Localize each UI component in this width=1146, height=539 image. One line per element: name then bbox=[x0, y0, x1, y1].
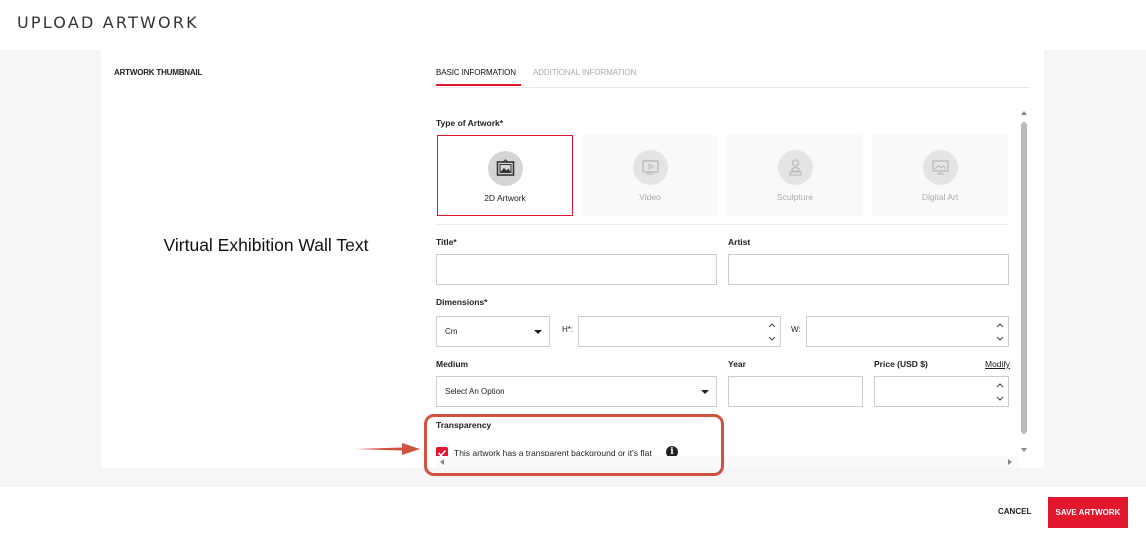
scroll-down-icon[interactable] bbox=[1021, 448, 1027, 452]
year-field[interactable] bbox=[728, 376, 863, 407]
type-card-sculpture[interactable]: Sculpture bbox=[727, 135, 863, 216]
video-icon bbox=[632, 150, 668, 185]
price-stepper-icon[interactable] bbox=[996, 381, 1004, 403]
tab-basic-information[interactable]: BASIC INFORMATION bbox=[436, 68, 516, 77]
cancel-button[interactable]: CANCEL bbox=[998, 507, 1031, 516]
type-label-video: Video bbox=[639, 192, 661, 202]
digital-art-icon bbox=[922, 150, 958, 185]
type-of-artwork-label: Type of Artwork* bbox=[436, 118, 504, 128]
type-label-sculpture: Sculpture bbox=[777, 192, 813, 202]
width-stepper-icon[interactable] bbox=[996, 321, 1004, 343]
title-label: Title* bbox=[436, 237, 457, 247]
unit-select-value: Cm bbox=[445, 327, 458, 336]
scroll-thumb[interactable] bbox=[1021, 122, 1027, 434]
title-field[interactable] bbox=[436, 254, 717, 285]
tab-bar: BASIC INFORMATION ADDITIONAL INFORMATION bbox=[436, 50, 1030, 88]
medium-select-value: Select An Option bbox=[445, 387, 505, 396]
type-card-digital-art[interactable]: Digital Art bbox=[872, 135, 1008, 216]
horizontal-scrollbar[interactable] bbox=[436, 456, 1018, 468]
type-label-digital-art: Digital Art bbox=[921, 192, 959, 202]
thumbnail-label: ARTWORK THUMBNAIL bbox=[114, 68, 203, 77]
active-tab-indicator bbox=[436, 84, 521, 86]
vertical-scrollbar[interactable] bbox=[1018, 108, 1030, 456]
type-card-video[interactable]: Video bbox=[582, 135, 718, 216]
modal-title: UPLOAD ARTWORK bbox=[17, 13, 199, 32]
frame-icon bbox=[487, 151, 523, 186]
save-artwork-button[interactable]: SAVE ARTWORK bbox=[1048, 497, 1128, 528]
type-label-2d-artwork: 2D Artwork bbox=[484, 193, 526, 203]
annotation-arrow-icon bbox=[356, 443, 420, 455]
unit-select[interactable]: Cm bbox=[436, 316, 550, 347]
scroll-up-icon[interactable] bbox=[1021, 111, 1027, 115]
section-divider bbox=[436, 224, 1009, 225]
scroll-right-icon[interactable] bbox=[1008, 459, 1012, 465]
tab-additional-information[interactable]: ADDITIONAL INFORMATION bbox=[533, 68, 636, 77]
artist-field[interactable] bbox=[728, 254, 1009, 285]
medium-select[interactable]: Select An Option bbox=[436, 376, 717, 407]
artist-label: Artist bbox=[728, 237, 751, 247]
modify-currency-link[interactable]: Modify bbox=[985, 359, 1010, 369]
transparency-label: Transparency bbox=[436, 420, 492, 430]
dimensions-label: Dimensions* bbox=[436, 297, 488, 307]
type-card-2d-artwork[interactable]: 2D Artwork bbox=[437, 135, 573, 216]
modal-header: UPLOAD ARTWORK bbox=[0, 0, 1146, 50]
year-label: Year bbox=[728, 359, 746, 369]
chevron-down-icon bbox=[534, 330, 542, 334]
price-label: Price (USD $) bbox=[874, 359, 928, 369]
medium-label: Medium bbox=[436, 359, 469, 369]
chevron-down-icon bbox=[701, 390, 709, 394]
width-label: W: bbox=[791, 325, 801, 334]
sculpture-icon bbox=[777, 150, 813, 185]
height-label: H*: bbox=[562, 325, 574, 334]
thumbnail-preview-text: Virtual Exhibition Wall Text bbox=[163, 235, 369, 255]
modal-footer bbox=[0, 485, 1146, 539]
price-field[interactable] bbox=[874, 376, 1009, 407]
height-stepper-icon[interactable] bbox=[768, 321, 776, 343]
scroll-left-icon[interactable] bbox=[440, 459, 444, 465]
width-field[interactable] bbox=[806, 316, 1009, 347]
height-field[interactable] bbox=[578, 316, 781, 347]
